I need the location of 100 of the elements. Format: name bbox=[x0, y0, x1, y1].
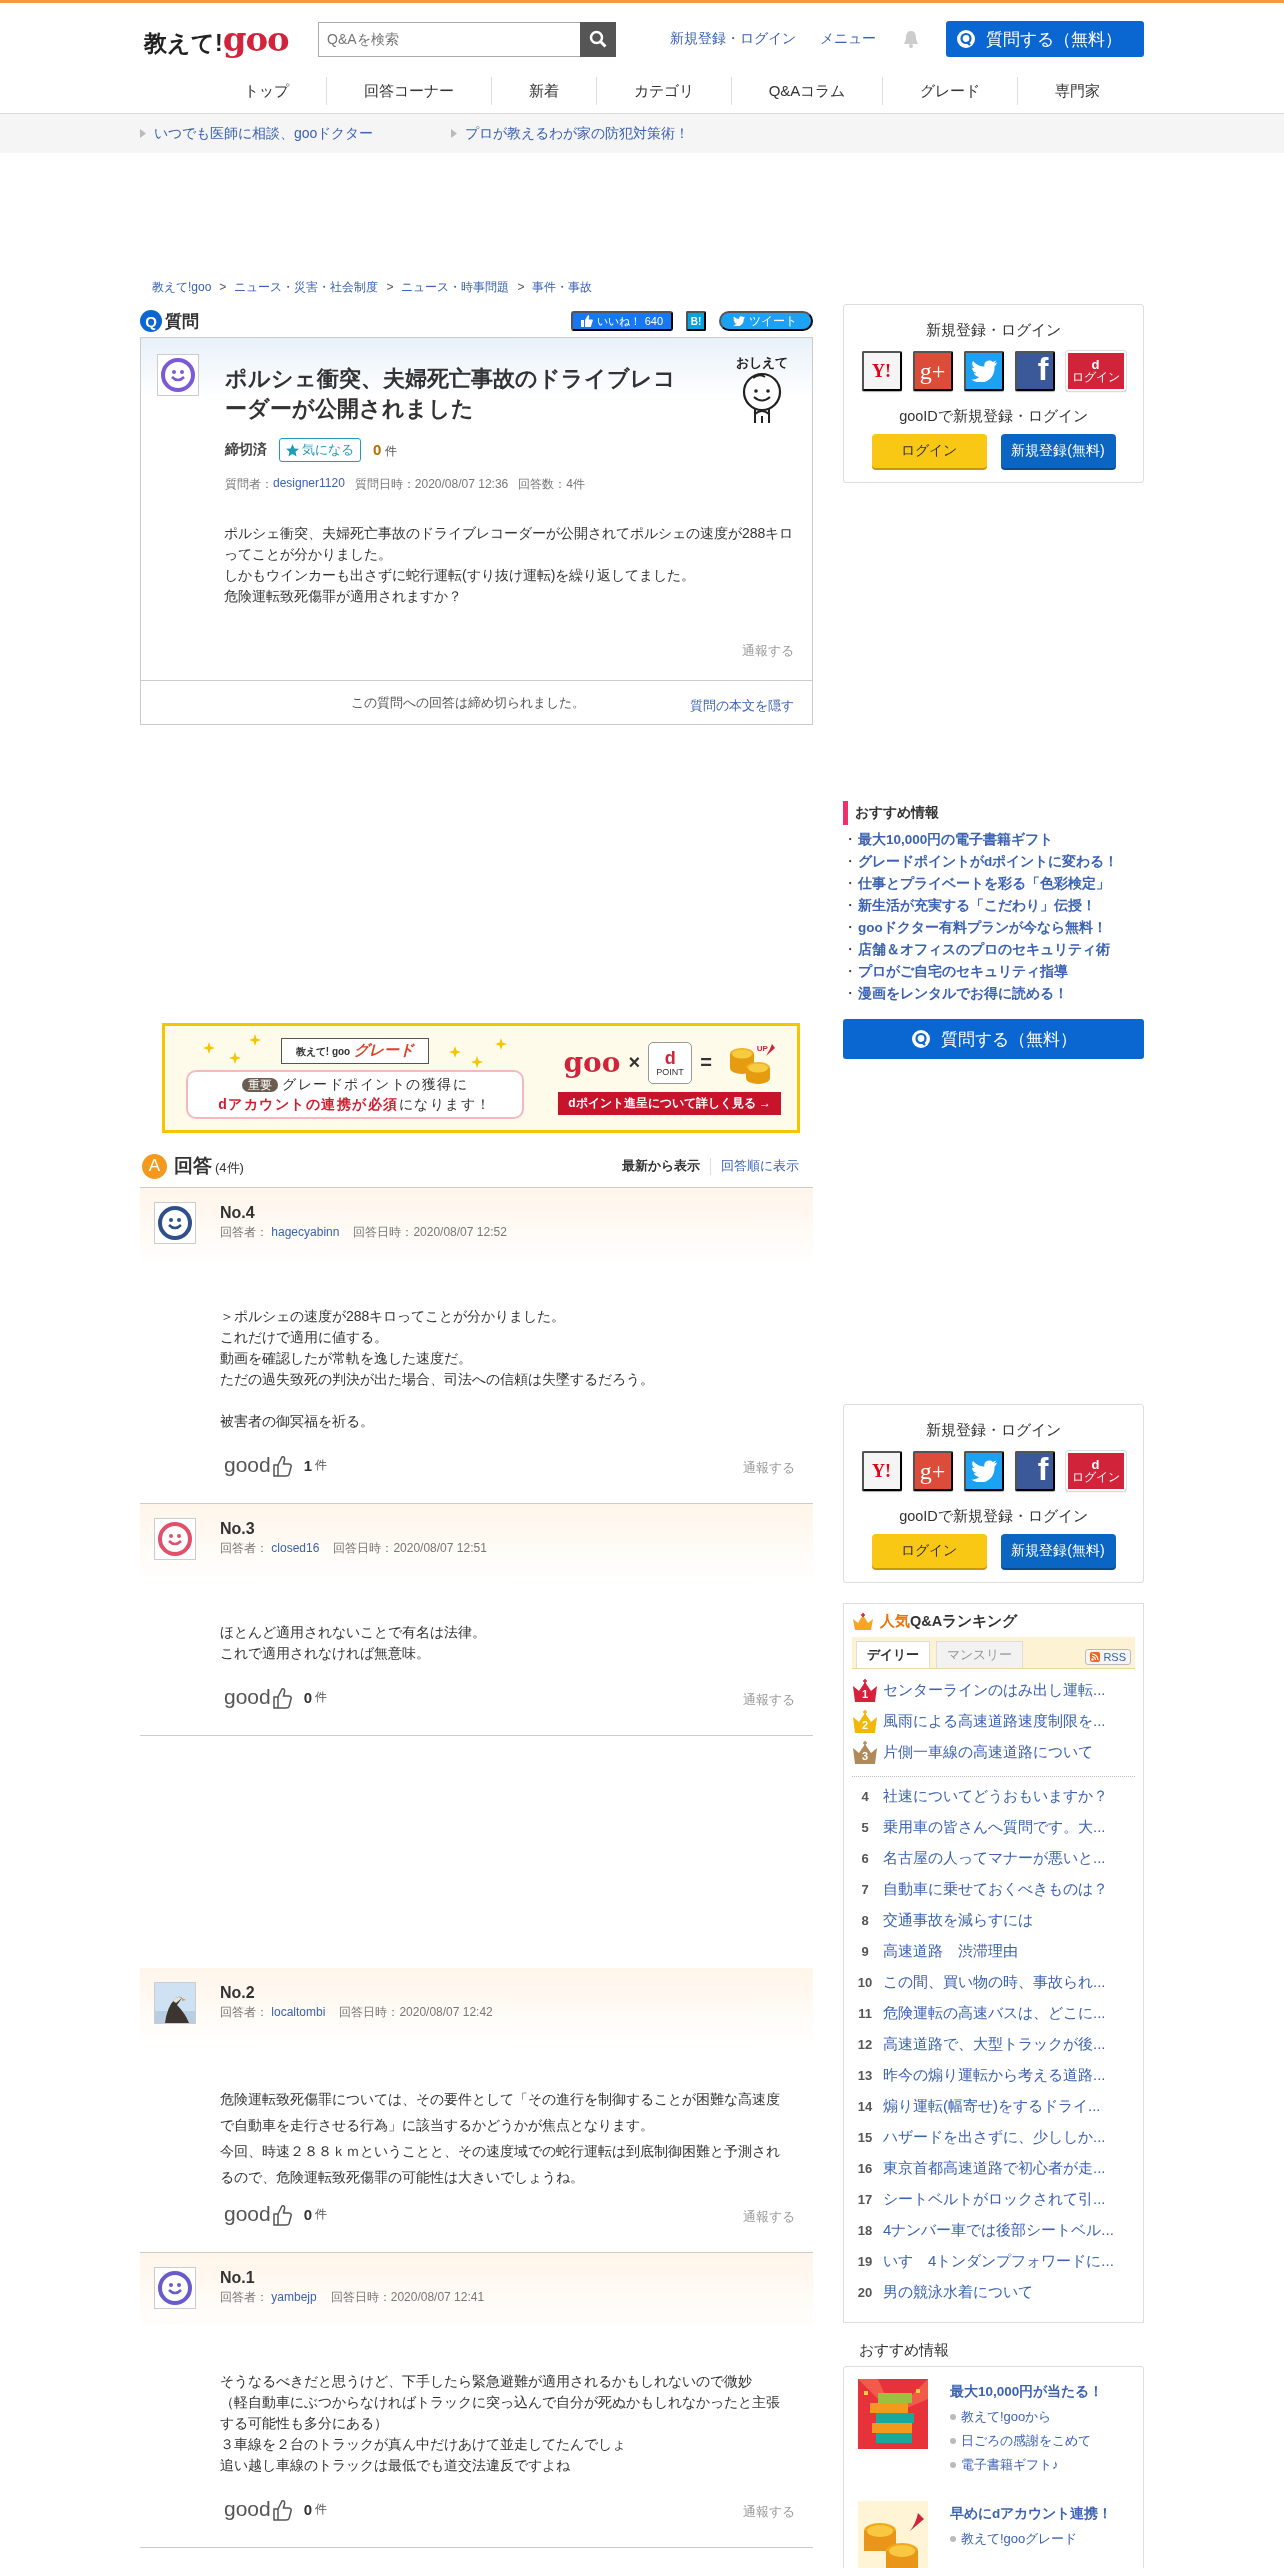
ranking-link[interactable]: シートベルトがロックされて引... bbox=[883, 2190, 1106, 2209]
ranking-link[interactable]: 東京首都高速道路で初心者が走... bbox=[883, 2159, 1106, 2178]
ranking-link[interactable]: 交通事故を減らすには bbox=[883, 1911, 1033, 1930]
register-button[interactable]: 新規登録(無料) bbox=[1000, 1534, 1116, 1568]
promo-link[interactable]: プロが教えるわが家の防犯対策術！ bbox=[451, 124, 690, 143]
nav-tab[interactable]: 新着 bbox=[491, 76, 597, 105]
ranking-link[interactable]: 自動車に乗せておくべきものは？ bbox=[883, 1880, 1108, 1899]
ranking-link[interactable]: 昨今の煽り運転から考える道路... bbox=[883, 2066, 1106, 2085]
recommend-link[interactable]: 日ごろの感謝をこめて bbox=[961, 2429, 1091, 2453]
nav-tab[interactable]: 回答コーナー bbox=[326, 76, 492, 105]
sort-option[interactable]: 回答順に表示 bbox=[710, 1157, 809, 1175]
recommend-link[interactable]: 仕事とプライベートを彩る「色彩検定」 bbox=[858, 873, 1110, 895]
yahoo-login-button[interactable]: Y! bbox=[861, 351, 902, 391]
breadcrumb-link[interactable]: ニュース・時事問題 bbox=[401, 278, 510, 296]
recommend-title[interactable]: 最大10,000円が当たる！ bbox=[950, 2383, 1104, 2401]
breadcrumb-link[interactable]: 事件・事故 bbox=[532, 278, 593, 296]
recommend-title[interactable]: 早めにdアカウント連携！ bbox=[950, 2505, 1113, 2523]
ranking-link[interactable]: 男の競泳水着について bbox=[883, 2283, 1033, 2302]
yahoo-login-button[interactable]: Y! bbox=[861, 1451, 902, 1491]
answer-text: 追い越し車線のトラックは最低でも道交法違反ですよね bbox=[220, 2456, 571, 2475]
recommend-link[interactable]: 電子書籍ギフト♪ bbox=[961, 2453, 1059, 2477]
breadcrumb-link[interactable]: ニュース・災害・社会制度 bbox=[234, 278, 379, 296]
recommend-link[interactable]: グレードポイントがdポイントに変わる！ bbox=[858, 851, 1119, 873]
recommend-link[interactable]: プロがご自宅のセキュリティ指導 bbox=[858, 961, 1068, 983]
docomo-login-button[interactable]: d ログイン bbox=[1065, 351, 1126, 391]
details-link[interactable]: dポイント進呈について詳しく見る → bbox=[558, 1091, 781, 1115]
twitter-login-button[interactable] bbox=[963, 351, 1004, 391]
nav-tab[interactable]: カテゴリ bbox=[596, 76, 732, 105]
q-icon bbox=[956, 29, 976, 49]
ranking-link[interactable]: 乗用車の皆さんへ質問です。大... bbox=[883, 1818, 1106, 1837]
bullet-dot bbox=[950, 2462, 956, 2468]
answerer-link[interactable]: hagecyabinn bbox=[271, 1225, 340, 1239]
docomo-login-button[interactable]: d ログイン bbox=[1065, 1451, 1126, 1491]
watch-button[interactable]: 気になる bbox=[279, 438, 361, 462]
good-button[interactable]: good bbox=[224, 1453, 292, 1477]
ranking-link[interactable]: ハザードを出さずに、少ししか... bbox=[883, 2128, 1106, 2147]
thumbs-up-icon bbox=[580, 315, 593, 327]
recommend-link[interactable]: gooドクター有料プランが今なら無料！ bbox=[858, 917, 1107, 939]
nav-tab[interactable]: 専門家 bbox=[1018, 76, 1138, 105]
google-login-button[interactable]: g+ bbox=[912, 1451, 953, 1491]
ranking-link[interactable]: 高速道路で、大型トラックが後... bbox=[883, 2035, 1106, 2054]
nav-tab[interactable]: グレード bbox=[883, 76, 1019, 105]
ranking-link[interactable]: 社速についてどうおもいますか？ bbox=[883, 1787, 1108, 1806]
register-button[interactable]: 新規登録(無料) bbox=[1000, 434, 1116, 468]
ranking-tab[interactable]: デイリー bbox=[856, 1641, 930, 1668]
twitter-login-button[interactable] bbox=[963, 1451, 1004, 1491]
ranking-link[interactable]: 高速道路 渋滞理由 bbox=[883, 1942, 1018, 1961]
times-sign: × bbox=[628, 1051, 641, 1074]
count-unit: 件 bbox=[315, 1688, 328, 1706]
ask-button[interactable]: 質問する（無料） bbox=[946, 21, 1144, 57]
header-link[interactable]: 新規登録・ログイン bbox=[670, 30, 796, 48]
search-field[interactable]: Q&Aを検索 bbox=[318, 21, 580, 57]
google-login-button[interactable]: g+ bbox=[912, 351, 953, 391]
answer-text: 危険運転致死傷罪については、その要件として「その進行を制御することが困難な高速度で自動車を走行させる行為」に該当するかどうかが焦点となります。 bbox=[220, 2090, 781, 2135]
good-count: 0 bbox=[303, 2500, 313, 2518]
ranking-link[interactable]: 煽り運転(幅寄せ)をするドライ... bbox=[883, 2097, 1101, 2116]
ranking-link[interactable]: いす 4トンダンプフォワードに... bbox=[883, 2252, 1114, 2271]
ranking-link[interactable]: センターラインのはみ出し運転... bbox=[883, 1681, 1106, 1700]
good-count: 1 bbox=[303, 1456, 313, 1474]
facebook-login-button[interactable]: f bbox=[1014, 1451, 1055, 1491]
asker-link[interactable]: designer1120 bbox=[273, 476, 345, 493]
ranking-link[interactable]: 4ナンバー車では後部シートベル... bbox=[883, 2221, 1114, 2240]
good-button[interactable]: good bbox=[224, 2202, 292, 2226]
rank-number: 5 bbox=[860, 1820, 870, 1835]
nav-tab[interactable]: Q&Aコラム bbox=[731, 76, 884, 105]
answerer-link[interactable]: localtombi bbox=[271, 2005, 326, 2019]
recommend-link[interactable]: 教えて!gooグレード bbox=[961, 2527, 1078, 2551]
ranking-link[interactable]: 名古屋の人ってマナーが悪いと... bbox=[883, 1849, 1106, 1868]
ask-button[interactable]: 質問する（無料） bbox=[843, 1019, 1144, 1059]
facebook-login-button[interactable]: f bbox=[1014, 351, 1055, 391]
good-button[interactable]: good bbox=[224, 2497, 292, 2521]
recommend-link[interactable]: 漫画をレンタルでお得に読める！ bbox=[858, 983, 1068, 1005]
breadcrumb-link[interactable]: 教えて!goo bbox=[152, 278, 212, 296]
hide-question-link[interactable]: 質問の本文を隠す bbox=[690, 697, 794, 715]
good-button[interactable]: good bbox=[224, 1685, 292, 1709]
answerer-link[interactable]: closed16 bbox=[271, 1541, 320, 1555]
recommend-link[interactable]: 最大10,000円の電子書籍ギフト bbox=[858, 829, 1054, 851]
promo-link[interactable]: いつでも医師に相談、gooドクター bbox=[140, 124, 374, 143]
header-link[interactable]: メニュー bbox=[820, 30, 876, 48]
ranking-link[interactable]: この間、買い物の時、事故られ... bbox=[883, 1973, 1106, 1992]
answer-text: ＞ポルシェの速度が288キロってことが分かりました。 bbox=[220, 1307, 567, 1326]
rss-button[interactable]: RSS bbox=[1085, 1649, 1131, 1665]
ranking-link[interactable]: 危険運転の高速バスは、どこに... bbox=[883, 2004, 1106, 2023]
recommend-link[interactable]: 店舗＆オフィスのプロのセキュリティ術 bbox=[858, 939, 1110, 961]
login-button[interactable]: ログイン bbox=[871, 1534, 987, 1568]
sort-option[interactable]: 最新から表示 bbox=[612, 1157, 710, 1175]
nav-tab[interactable]: トップ bbox=[206, 76, 327, 105]
search-button[interactable] bbox=[580, 21, 616, 57]
ranking-link[interactable]: 風雨による高速道路速度制限を... bbox=[883, 1712, 1106, 1731]
like-button[interactable]: いいね！ 640 bbox=[570, 311, 673, 331]
ranking-link[interactable]: 片側一車線の高速道路について bbox=[883, 1743, 1093, 1762]
bullet-dot bbox=[950, 2536, 956, 2542]
dpoint-logo: d POINT bbox=[648, 1041, 693, 1084]
logo[interactable]: 教えて!goo bbox=[144, 19, 314, 59]
login-button[interactable]: ログイン bbox=[871, 434, 987, 468]
recommend-link[interactable]: 教えて!gooから bbox=[961, 2405, 1052, 2429]
answerer-link[interactable]: yambejp bbox=[271, 2290, 317, 2304]
rank-number: 8 bbox=[860, 1913, 870, 1928]
recommend-link[interactable]: 新生活が充実する「こだわり」伝授！ bbox=[858, 895, 1096, 917]
ranking-title: 人気Q&Aランキング bbox=[880, 1612, 1018, 1631]
